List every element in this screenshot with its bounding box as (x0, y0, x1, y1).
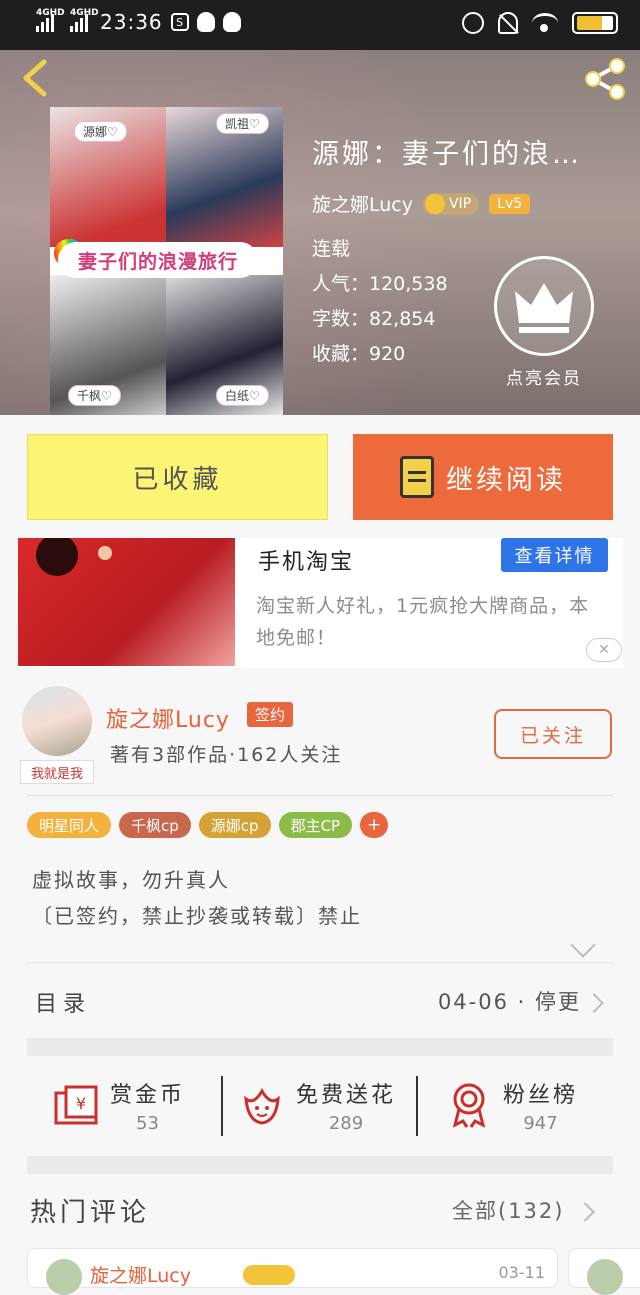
avatar-caption: 我就是我 (20, 760, 94, 784)
all-comments-link[interactable]: 全部(132) (452, 1195, 564, 1225)
vip-label: VIP (448, 195, 472, 212)
author-meta: 著有3部作品·162人关注 (110, 744, 343, 766)
continue-reading-label: 继续阅读 (446, 464, 566, 496)
table-of-contents-row[interactable]: 目录 04-06 · 停更 (27, 968, 613, 1038)
section-gap (27, 1038, 613, 1056)
section-gap (27, 1156, 613, 1174)
member-button[interactable] (494, 256, 594, 356)
clock: 23:36 (100, 10, 163, 34)
cover-tag: 源娜♡ (74, 121, 127, 142)
crown-icon (515, 283, 573, 333)
reward-value: 947 (523, 1112, 558, 1134)
divider (27, 962, 613, 963)
continue-reading-button[interactable]: 继续阅读 (353, 434, 613, 520)
toc-update-info: 04-06 · 停更 (437, 990, 581, 1014)
tag-list: 明星同人 千枫cp 源娜cp 郡主CP + (27, 812, 389, 838)
vip-badge (243, 1265, 295, 1285)
ad-image (18, 538, 235, 666)
reward-coins[interactable]: ¥ 赏金币 53 (52, 1070, 185, 1140)
avatar[interactable] (22, 686, 92, 756)
reward-value: 289 (328, 1112, 364, 1134)
add-tag-button[interactable]: + (360, 812, 389, 838)
cover-banner: 妻子们的浪漫旅行 (58, 242, 258, 278)
chevron-right-icon (575, 1202, 595, 1222)
member-label: 点亮会员 (506, 369, 582, 389)
favorites-count: 收藏：920 (312, 343, 406, 365)
book-author[interactable]: 旋之娜Lucy (312, 190, 413, 217)
toc-label: 目录 (35, 992, 92, 1017)
chevron-right-icon (584, 993, 604, 1013)
wifi-icon (532, 13, 558, 33)
cover-tag: 千枫♡ (68, 385, 121, 406)
qq-icon (196, 12, 215, 32)
avatar[interactable] (587, 1259, 623, 1295)
book-cover[interactable]: 源娜♡ 凯祖♡ 千枫♡ 白纸♡ 妻子们的浪漫旅行 (50, 107, 283, 415)
reward-label: 粉丝榜 (503, 1082, 579, 1108)
ad-title: 手机淘宝 (258, 550, 355, 575)
medal-icon (452, 1083, 486, 1128)
signed-badge: 签约 (247, 702, 294, 727)
signal-icon: 4GHD (70, 8, 99, 32)
description-line: 虚拟故事，勿升真人 (32, 868, 230, 892)
toc-date: 04-06 (437, 990, 509, 1014)
comment-author[interactable]: 旋之娜Lucy (90, 1261, 191, 1288)
ad-close-button[interactable]: ✕ (586, 638, 622, 662)
flower-icon (244, 1087, 280, 1125)
divider (27, 795, 613, 796)
reward-flowers[interactable]: 免费送花 289 (238, 1070, 396, 1140)
expand-chevron-icon[interactable] (570, 932, 596, 958)
network-label: 4GHD (70, 8, 99, 18)
book-icon (400, 456, 434, 498)
reward-label: 赏金币 (110, 1082, 186, 1108)
alarm-icon (462, 12, 484, 34)
ad-details-button[interactable]: 查看详情 (501, 538, 608, 572)
cover-tag: 凯祖♡ (216, 113, 269, 134)
status-bar: 4GHD 4GHD 23:36 S (0, 0, 640, 50)
share-icon[interactable] (582, 56, 628, 102)
tag-chip[interactable]: 明星同人 (27, 812, 112, 838)
avatar[interactable] (46, 1259, 82, 1295)
app-notification-icon: S (170, 13, 189, 31)
back-icon[interactable] (18, 58, 52, 98)
vip-crown-icon (424, 193, 445, 214)
reward-value: 53 (136, 1112, 159, 1134)
description-line: 〔已签约，禁止抄袭或转载〕禁止 (32, 904, 362, 928)
signal-icon: 4GHD (36, 8, 65, 32)
mute-icon (498, 12, 518, 34)
favorited-button[interactable]: 已收藏 (27, 434, 328, 520)
battery-icon (572, 12, 618, 34)
level-badge: Lv5 (489, 193, 531, 214)
author-card[interactable]: 我就是我 旋之娜Lucy 签约 著有3部作品·162人关注 已关注 (0, 680, 640, 795)
separator (221, 1076, 223, 1136)
ad-description: 淘宝新人好礼，1元疯抢大牌商品，本地免邮！ (256, 595, 590, 649)
author-name[interactable]: 旋之娜Lucy (106, 702, 230, 734)
follow-button[interactable]: 已关注 (494, 709, 612, 759)
book-description: 虚拟故事，勿升真人 〔已签约，禁止抄袭或转载〕禁止 (32, 862, 362, 934)
tag-chip[interactable]: 源娜cp (198, 812, 271, 838)
ad-banner[interactable]: 手机淘宝 查看详情 淘宝新人好礼，1元疯抢大牌商品，本地免邮！ ✕ (18, 538, 623, 668)
serial-status: 连载 (312, 238, 351, 260)
red-envelope-icon: ¥ (54, 1085, 98, 1125)
comment-card[interactable] (568, 1248, 640, 1295)
tag-chip[interactable]: 郡主CP (278, 812, 353, 838)
hot-comments-heading: 热门评论 (30, 1198, 151, 1228)
reward-fan-rank[interactable]: 粉丝榜 947 (445, 1070, 578, 1140)
vip-badge: VIP (422, 192, 480, 215)
svg-text:¥: ¥ (76, 1094, 86, 1113)
reward-label: 免费送花 (296, 1082, 397, 1108)
network-label: 4GHD (36, 8, 65, 18)
tag-chip[interactable]: 千枫cp (119, 812, 191, 838)
book-title: 源娜：妻子们的浪… (312, 139, 582, 170)
cover-tag: 白纸♡ (216, 385, 269, 406)
toc-status: 停更 (535, 990, 581, 1014)
qq-icon (222, 12, 241, 32)
popularity: 人气：120,538 (312, 273, 448, 295)
word-count: 字数：82,854 (312, 308, 436, 330)
comment-date: 03-11 (498, 1263, 546, 1282)
comment-card[interactable]: 旋之娜Lucy 03-11 (27, 1248, 558, 1295)
separator (416, 1076, 418, 1136)
